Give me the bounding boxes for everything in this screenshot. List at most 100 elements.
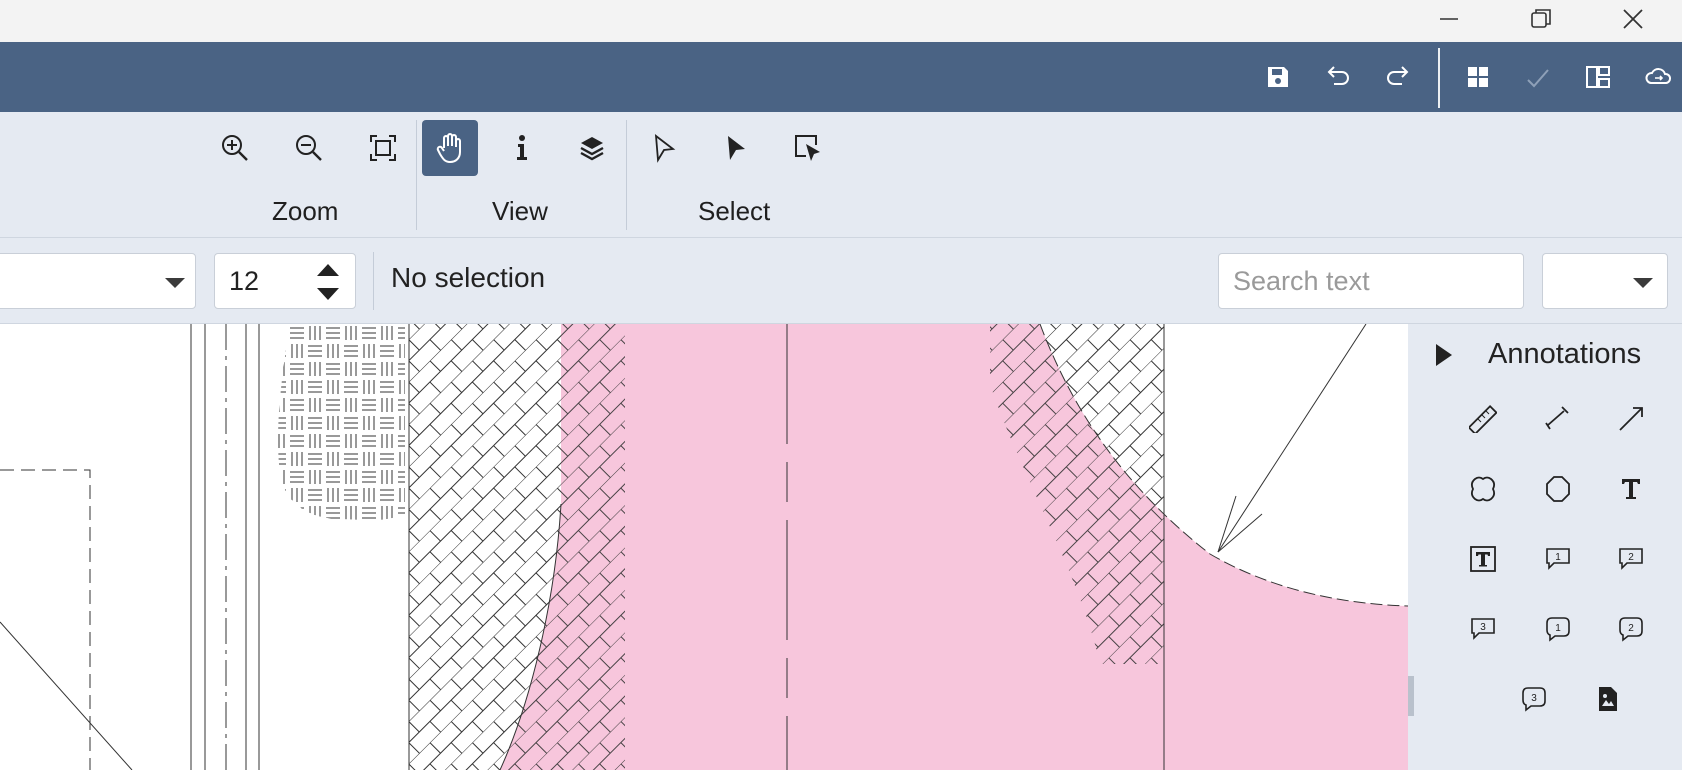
textbox-icon: [1470, 546, 1496, 572]
window-titlebar: [0, 0, 1682, 42]
callout-2-tool[interactable]: 2: [1608, 536, 1654, 582]
arrow-line-tool[interactable]: [1608, 396, 1654, 442]
text-icon: [1622, 479, 1640, 499]
angle-measure-tool[interactable]: [1535, 396, 1581, 442]
approve-button[interactable]: [1514, 54, 1562, 100]
hatch-region: [278, 324, 405, 521]
annotations-header[interactable]: Annotations: [1436, 338, 1641, 371]
svg-text:3: 3: [1480, 622, 1486, 633]
cloud-tool[interactable]: [1460, 466, 1506, 512]
search-scope-dropdown[interactable]: [1542, 253, 1668, 309]
layers-button[interactable]: [564, 120, 620, 176]
svg-text:2: 2: [1628, 552, 1634, 563]
annotations-title: Annotations: [1488, 338, 1642, 370]
svg-text:2: 2: [1628, 623, 1634, 634]
ruler-icon: [1469, 405, 1497, 433]
fit-page-button[interactable]: [355, 120, 411, 176]
panel-scrollbar[interactable]: [1408, 676, 1414, 716]
cloud-sync-button[interactable]: [1634, 54, 1682, 100]
dashed-boundary: [0, 469, 91, 770]
callout-3-icon: 3: [1471, 618, 1495, 640]
svg-text:3: 3: [1531, 693, 1537, 704]
format-toolbar: 12 No selection: [0, 238, 1682, 324]
close-window-button[interactable]: [1610, 0, 1656, 38]
select-object-button[interactable]: [708, 120, 764, 176]
expand-triangle-icon: [1436, 343, 1452, 366]
zoom-in-icon: [222, 135, 248, 161]
bubble-3-tool[interactable]: 3: [1511, 676, 1557, 722]
close-icon: [1623, 9, 1643, 29]
compare-button[interactable]: [1574, 54, 1622, 100]
annotations-panel: Annotations 1 2 3 1 2 3: [1408, 324, 1682, 770]
checkmark-icon: [1527, 69, 1549, 88]
save-button[interactable]: [1254, 54, 1302, 100]
polygon-icon: [1546, 476, 1570, 502]
callout-3-tool[interactable]: 3: [1460, 606, 1506, 652]
layers-icon: [580, 137, 604, 161]
zoom-out-icon: [296, 135, 322, 161]
leader-arrow: [1217, 324, 1367, 553]
compare-icon: [1586, 66, 1610, 88]
textbox-tool[interactable]: [1460, 536, 1506, 582]
svg-text:1: 1: [1555, 623, 1561, 634]
image-stamp-icon: [1599, 687, 1617, 711]
header-separator: [1438, 48, 1440, 108]
bubble-2-icon: 2: [1619, 617, 1643, 642]
angle-measure-icon: [1545, 406, 1569, 430]
ruler-tool[interactable]: [1460, 396, 1506, 442]
arrow-line-icon: [1619, 407, 1643, 431]
group-separator: [416, 120, 417, 230]
font-size-stepper[interactable]: 12: [214, 253, 356, 309]
restore-button[interactable]: [1518, 0, 1564, 38]
bubble-1-tool[interactable]: 1: [1535, 606, 1581, 652]
toolbar-separator: [373, 252, 374, 310]
pointer-outline-icon: [654, 134, 676, 163]
decrement-arrow-icon[interactable]: [317, 288, 339, 300]
selection-status: No selection: [391, 262, 546, 293]
layout-grid-button[interactable]: [1454, 54, 1502, 100]
polygon-tool[interactable]: [1535, 466, 1581, 512]
ribbon: Zoom View Select: [0, 112, 1682, 238]
select-group-label: Select: [698, 196, 771, 226]
callout-1-icon: 1: [1546, 548, 1570, 570]
view-group-label: View: [492, 196, 548, 226]
cloud-icon: [1645, 68, 1672, 84]
redo-button[interactable]: [1374, 54, 1422, 100]
hand-icon: [436, 133, 461, 164]
grid-icon: [1468, 67, 1488, 87]
minimize-icon: [1440, 18, 1458, 20]
callout-2-icon: 2: [1619, 548, 1643, 570]
save-icon: [1268, 67, 1288, 87]
chevron-down-icon: [165, 278, 185, 288]
undo-button[interactable]: [1314, 54, 1362, 100]
select-area-button[interactable]: [780, 120, 836, 176]
pink-fill-region: [500, 324, 1408, 770]
info-icon: [517, 135, 527, 160]
callout-1-tool[interactable]: 1: [1535, 536, 1581, 582]
search-input[interactable]: [1218, 253, 1524, 309]
restore-icon: [1531, 9, 1551, 28]
font-size-value[interactable]: 12: [229, 266, 259, 297]
info-button[interactable]: [494, 120, 550, 176]
increment-arrow-icon[interactable]: [317, 264, 339, 276]
undo-icon: [1327, 66, 1349, 85]
drawing-canvas[interactable]: [0, 324, 1408, 770]
pan-tool-button[interactable]: [422, 120, 478, 176]
bubble-1-icon: 1: [1546, 617, 1570, 642]
zoom-out-button[interactable]: [281, 120, 337, 176]
area-select-icon: [795, 135, 820, 161]
app-header: [0, 42, 1682, 112]
select-pointer-button[interactable]: [636, 120, 692, 176]
redo-icon: [1387, 66, 1409, 85]
chevron-down-icon: [1633, 278, 1653, 288]
zoom-group-label: Zoom: [272, 196, 339, 226]
image-stamp-tool[interactable]: [1585, 676, 1631, 722]
zoom-in-button[interactable]: [207, 120, 263, 176]
bubble-3-icon: 3: [1522, 687, 1546, 712]
drawing-svg: [0, 324, 1408, 770]
font-family-dropdown[interactable]: [0, 253, 196, 309]
text-tool[interactable]: [1608, 466, 1654, 512]
fit-to-page-icon: [370, 135, 396, 161]
minimize-button[interactable]: [1426, 0, 1472, 38]
bubble-2-tool[interactable]: 2: [1608, 606, 1654, 652]
